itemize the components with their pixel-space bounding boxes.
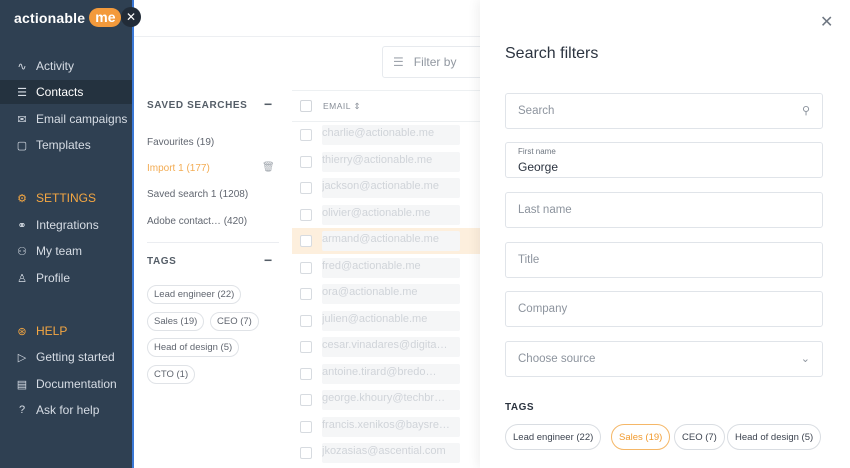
first-name-field[interactable]: First name George bbox=[505, 142, 823, 178]
last-name-field[interactable]: Last name bbox=[505, 192, 823, 228]
title-field[interactable]: Title bbox=[505, 242, 823, 278]
nav-contacts-label: Contacts bbox=[36, 85, 84, 99]
question-icon: ? bbox=[18, 404, 26, 416]
chevron-down-icon: ⌄ bbox=[800, 353, 810, 365]
nav-email-campaigns-label: Email campaigns bbox=[36, 112, 128, 126]
nav-profile-label: Profile bbox=[36, 271, 71, 285]
close-icon[interactable]: ✕ bbox=[820, 12, 833, 32]
gear-icon: ⚙ bbox=[17, 192, 27, 205]
nav-templates-label: Templates bbox=[36, 138, 91, 152]
nav-ask-for-help[interactable]: ? Ask for help bbox=[0, 398, 132, 422]
logo[interactable]: actionable me bbox=[14, 8, 122, 27]
panel-tag-chip[interactable]: Head of design (5) bbox=[727, 424, 822, 450]
first-name-label: First name bbox=[518, 147, 556, 156]
chat-icon: ▢ bbox=[16, 139, 28, 152]
search-icon: ⚲ bbox=[801, 105, 810, 117]
nav-profile[interactable]: ♙ Profile bbox=[0, 266, 132, 290]
logo-text: actionable bbox=[14, 9, 86, 26]
lifebuoy-icon: ⊛ bbox=[17, 325, 27, 338]
sidebar: actionable me ∿ Activity ☰ Contacts ✉ Em… bbox=[0, 0, 134, 468]
settings-section: ⚙ SETTINGS bbox=[0, 186, 132, 210]
activity-icon: ∿ bbox=[17, 60, 27, 73]
title-placeholder: Title bbox=[518, 254, 540, 266]
source-select[interactable]: Choose source ⌄ bbox=[505, 341, 823, 377]
panel-tag-chip[interactable]: CEO (7) bbox=[674, 424, 725, 450]
team-icon: ⚇ bbox=[17, 245, 27, 258]
help-section: ⊛ HELP bbox=[0, 319, 132, 343]
nav-templates[interactable]: ▢ Templates bbox=[0, 133, 132, 157]
help-label: HELP bbox=[36, 324, 68, 338]
mail-icon: ✉ bbox=[17, 113, 27, 126]
panel-title: Search filters bbox=[505, 45, 599, 62]
last-name-placeholder: Last name bbox=[518, 204, 572, 216]
nav-activity-label: Activity bbox=[36, 59, 75, 73]
panel-tag-chip[interactable]: Lead engineer (22) bbox=[505, 424, 602, 450]
company-placeholder: Company bbox=[518, 303, 568, 315]
nav-documentation-label: Documentation bbox=[36, 377, 117, 391]
play-icon: ▷ bbox=[17, 351, 27, 364]
nav-my-team[interactable]: ⚇ My team bbox=[0, 239, 132, 263]
search-filters-panel: ✕ Search filters Search ⚲ First name Geo… bbox=[480, 0, 850, 468]
company-field[interactable]: Company bbox=[505, 291, 823, 327]
nav-email-campaigns[interactable]: ✉ Email campaigns bbox=[0, 107, 132, 131]
source-placeholder: Choose source bbox=[518, 353, 596, 365]
search-input[interactable]: Search ⚲ bbox=[505, 93, 823, 129]
nav-contacts[interactable]: ☰ Contacts bbox=[0, 80, 132, 104]
nav-documentation[interactable]: ▤ Documentation bbox=[0, 372, 132, 396]
plug-icon: ⚭ bbox=[17, 219, 27, 232]
nav-ask-for-help-label: Ask for help bbox=[36, 403, 100, 417]
search-placeholder: Search bbox=[518, 105, 555, 117]
person-icon: ♙ bbox=[17, 272, 27, 285]
nav-activity[interactable]: ∿ Activity bbox=[0, 54, 132, 78]
nav-getting-started[interactable]: ▷ Getting started bbox=[0, 345, 132, 369]
nav-my-team-label: My team bbox=[36, 244, 83, 258]
logo-badge: me bbox=[89, 8, 122, 27]
nav-integrations[interactable]: ⚭ Integrations bbox=[0, 213, 132, 237]
doc-icon: ▤ bbox=[16, 378, 28, 391]
nav-getting-started-label: Getting started bbox=[36, 350, 115, 364]
settings-label: SETTINGS bbox=[36, 191, 97, 205]
panel-tag-chip-selected[interactable]: Sales (19) bbox=[611, 424, 671, 450]
first-name-value: George bbox=[518, 160, 559, 174]
collapse-sidebar-button[interactable]: ✕ bbox=[121, 7, 141, 27]
nav-integrations-label: Integrations bbox=[36, 218, 99, 232]
list-icon: ☰ bbox=[17, 86, 27, 99]
overlay-dim[interactable] bbox=[134, 0, 480, 468]
panel-tags-title: TAGS bbox=[505, 402, 535, 413]
